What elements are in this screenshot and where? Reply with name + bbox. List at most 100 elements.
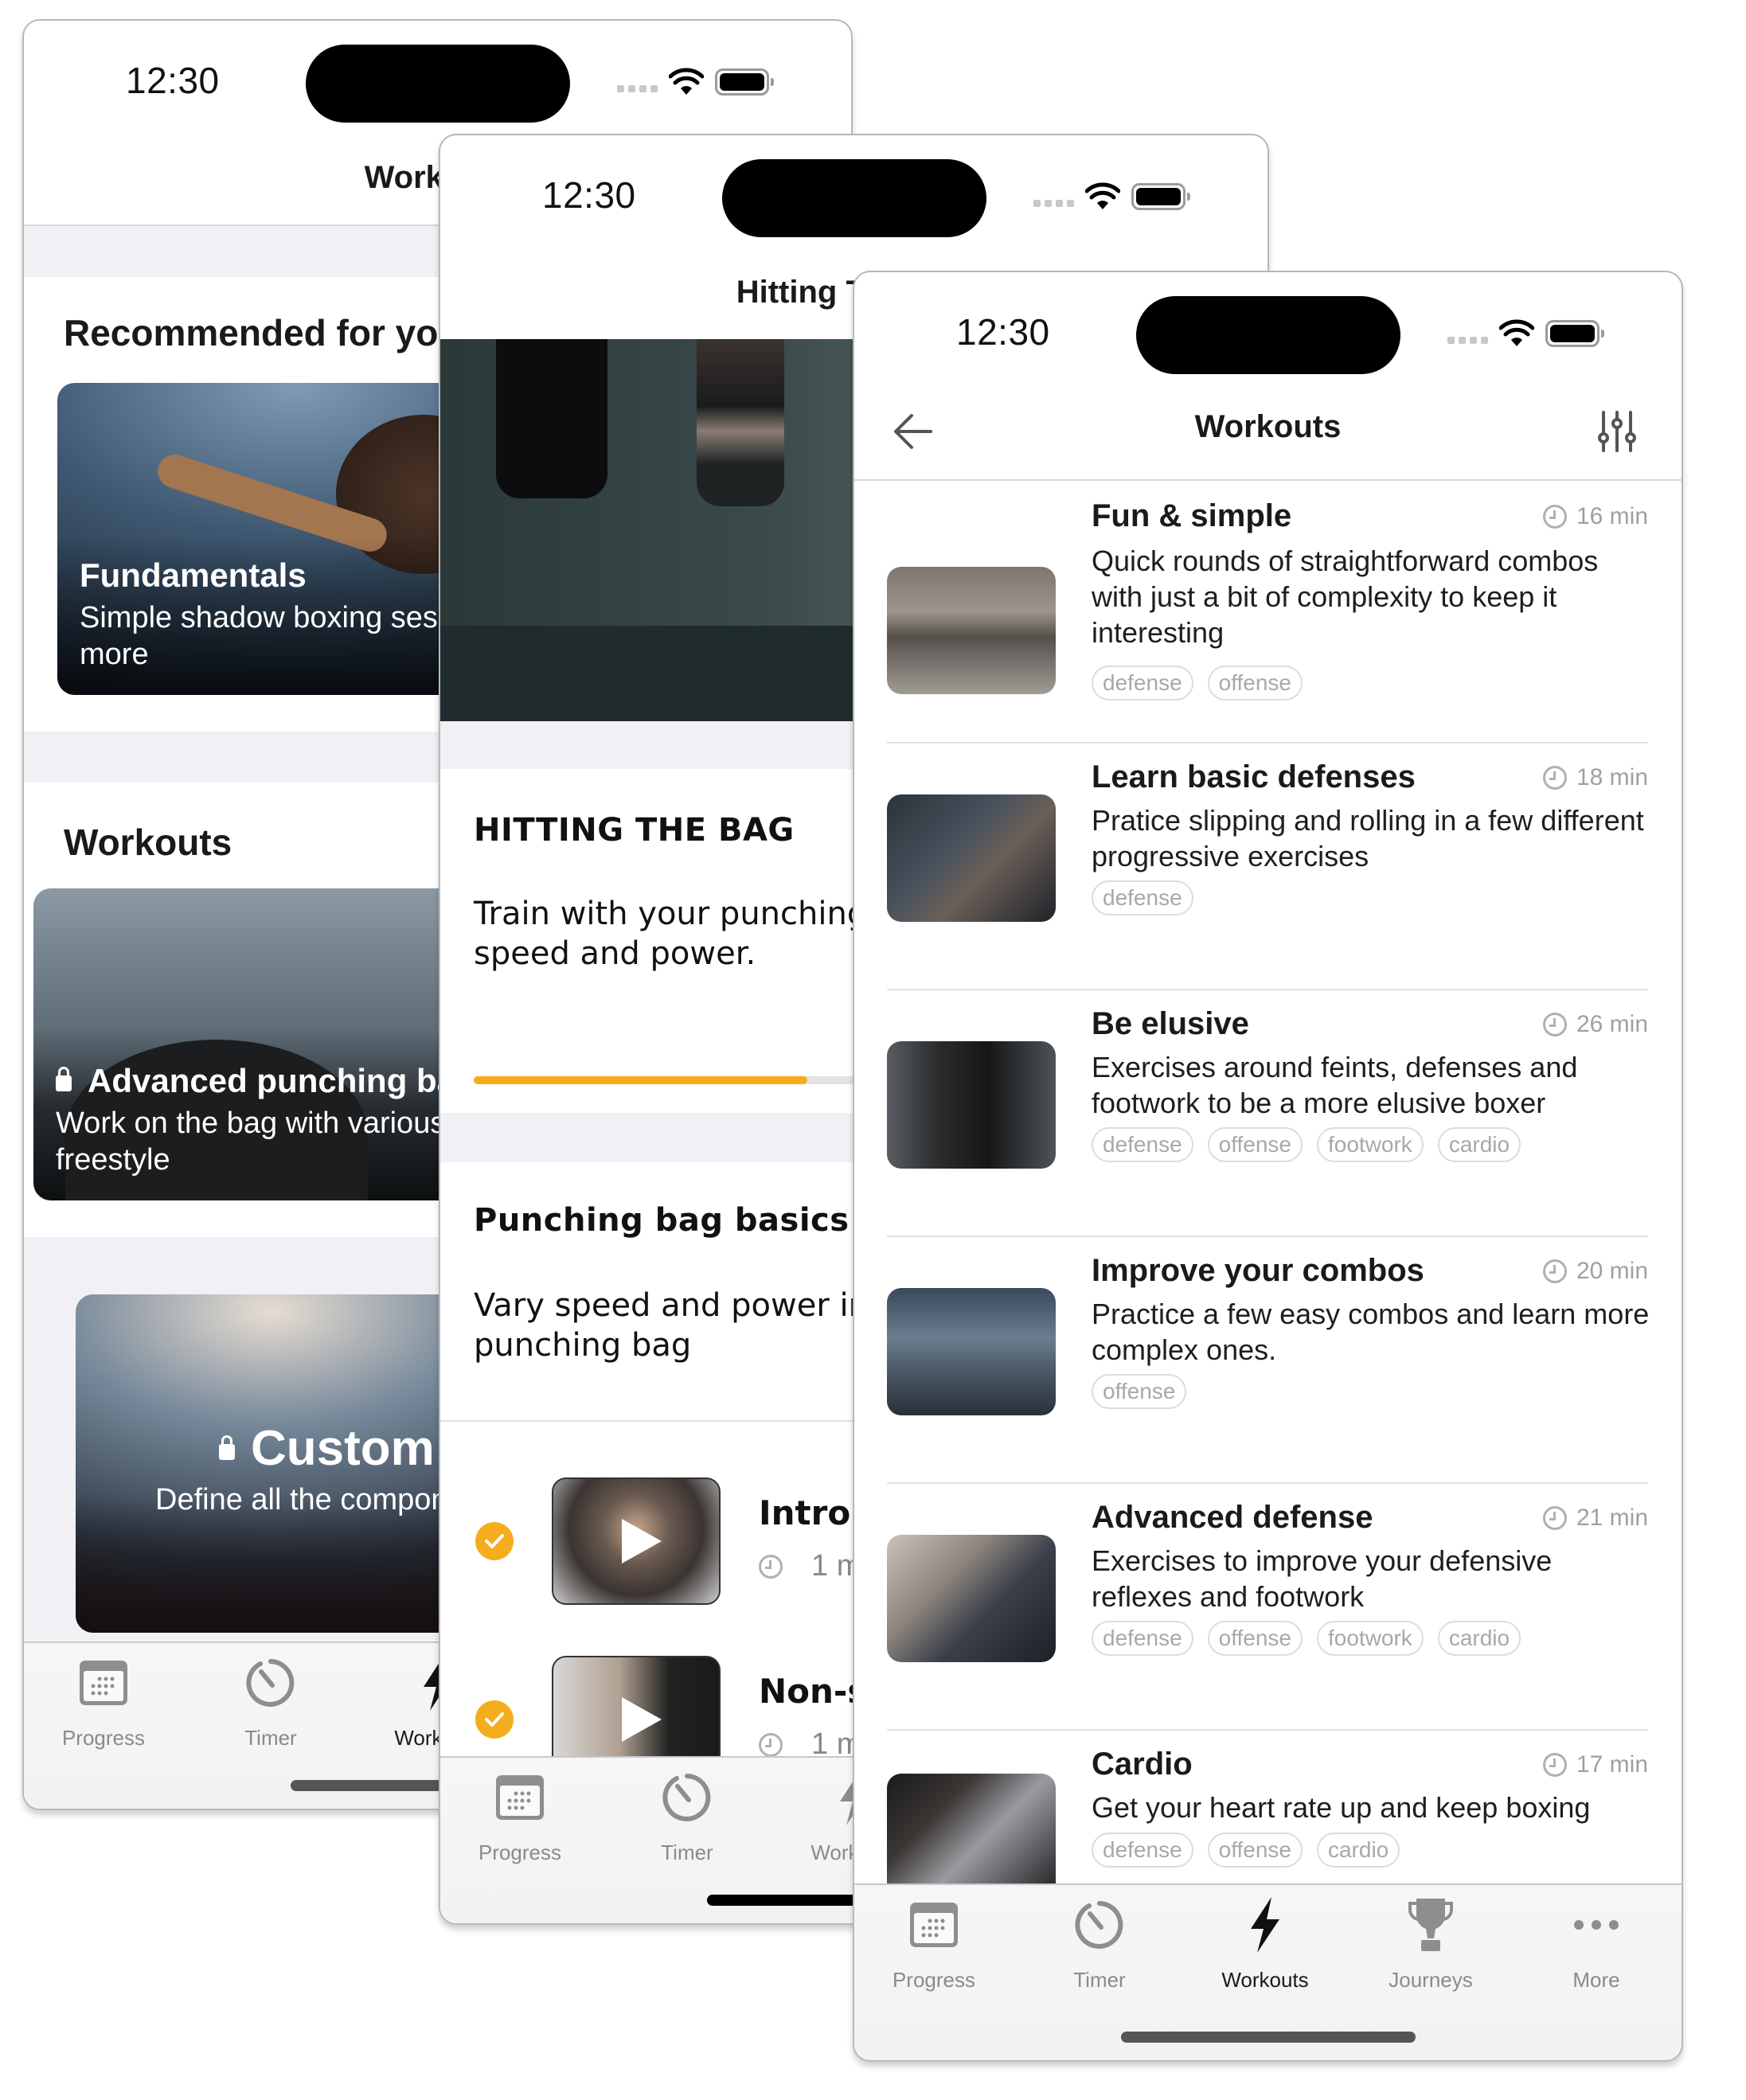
tag-list: defense offense footwork cardio	[1092, 1621, 1521, 1656]
workout-thumbnail	[887, 567, 1056, 694]
tag: offense	[1207, 666, 1303, 701]
calendar-icon	[80, 1661, 127, 1705]
lock-icon	[56, 1066, 72, 1091]
tab-journeys[interactable]: Journeys	[1351, 1893, 1510, 1993]
tab-timer[interactable]: Timer	[607, 1766, 767, 1865]
battery-icon	[1131, 183, 1190, 210]
lock-icon	[219, 1434, 235, 1460]
section-title-workouts: Workouts	[64, 822, 232, 863]
timer-icon	[662, 1774, 711, 1821]
workout-duration: 18 min	[1576, 764, 1648, 790]
exercise-video-thumbnail[interactable]	[552, 1477, 721, 1605]
tag-list: defense offense cardio	[1092, 1833, 1400, 1868]
nav-title: Workouts	[1194, 409, 1342, 444]
tab-timer[interactable]: Timer	[1020, 1893, 1179, 1993]
workout-duration: 20 min	[1576, 1258, 1648, 1284]
tag-list: defense	[1092, 880, 1193, 915]
workout-duration: 16 min	[1576, 503, 1648, 529]
status-time: 12:30	[542, 174, 636, 216]
progress-fill	[474, 1076, 807, 1084]
workout-list-item[interactable]: Cardio 17 min Get your heart rate up and…	[854, 1731, 1682, 1901]
workout-list-item[interactable]: Fun & simple 16 min Quick rounds of stra…	[854, 481, 1682, 728]
status-time: 12:30	[956, 311, 1050, 353]
workout-duration: 26 min	[1576, 1011, 1648, 1037]
clock-icon	[1542, 1506, 1567, 1530]
tab-more[interactable]: More	[1517, 1893, 1676, 1993]
tab-timer[interactable]: Timer	[191, 1651, 350, 1751]
wifi-icon	[1085, 182, 1120, 209]
clock-icon	[1542, 1259, 1567, 1283]
dynamic-island	[306, 45, 570, 123]
wifi-icon	[669, 68, 704, 95]
tag: offense	[1207, 1127, 1303, 1162]
timer-icon	[246, 1659, 295, 1707]
clock-icon	[1542, 1753, 1567, 1777]
workout-description: Exercises to improve your defensive refl…	[1092, 1544, 1553, 1613]
tab-progress[interactable]: Progress	[440, 1766, 600, 1865]
workout-thumbnail	[887, 1288, 1056, 1415]
workout-thumbnail	[887, 794, 1056, 922]
tag: defense	[1092, 666, 1193, 701]
section-title-recommended: Recommended for you	[64, 312, 461, 353]
workout-title: Advanced defense	[1092, 1500, 1373, 1535]
clock-icon	[1542, 766, 1567, 790]
wifi-icon	[1499, 319, 1534, 346]
tag: offense	[1092, 1374, 1187, 1409]
dynamic-island	[1136, 296, 1400, 374]
tag: defense	[1092, 1127, 1193, 1162]
more-icon	[1574, 1920, 1619, 1930]
workout-title: Improve your combos	[1092, 1253, 1424, 1288]
tab-progress[interactable]: Progress	[24, 1651, 183, 1751]
calendar-icon	[910, 1903, 958, 1947]
dynamic-island	[722, 159, 986, 237]
workout-list-item[interactable]: Improve your combos 20 min Practice a fe…	[854, 1237, 1682, 1482]
card-title: Advanced punching bag	[88, 1062, 476, 1099]
workout-duration: 21 min	[1576, 1505, 1648, 1531]
cellular-signal-icon	[1033, 199, 1074, 207]
tag: cardio	[1437, 1621, 1521, 1656]
tag-list: offense	[1092, 1374, 1187, 1409]
workout-description: Get your heart rate up and keep boxing	[1092, 1791, 1591, 1824]
home-indicator	[1120, 2032, 1416, 2043]
play-icon	[622, 1519, 662, 1563]
completed-check-icon	[475, 1522, 514, 1560]
card-title: Custom	[251, 1421, 435, 1476]
workout-list-item[interactable]: Learn basic defenses 18 min Pratice slip…	[854, 744, 1682, 989]
completed-check-icon	[475, 1700, 514, 1739]
workout-thumbnail	[887, 1041, 1056, 1169]
timer-icon	[1075, 1901, 1123, 1949]
workout-thumbnail	[887, 1535, 1056, 1662]
tag: footwork	[1316, 1621, 1424, 1656]
workout-list-item[interactable]: Advanced defense 21 min Exercises to imp…	[854, 1484, 1682, 1729]
tag: defense	[1092, 1833, 1193, 1868]
section-heading: Punching bag basics	[474, 1202, 850, 1239]
tag: defense	[1092, 880, 1193, 915]
workout-description: Practice a few easy combos and learn mor…	[1092, 1298, 1650, 1366]
workout-description: Exercises around feints, defenses and fo…	[1092, 1051, 1578, 1119]
workout-title: Learn basic defenses	[1092, 759, 1416, 794]
workout-list-item[interactable]: Be elusive 26 min Exercises around feint…	[854, 990, 1682, 1235]
tab-workouts[interactable]: Workouts	[1185, 1893, 1345, 1993]
tag-list: defense offense	[1092, 666, 1303, 701]
exercise-title: Intro	[759, 1493, 851, 1532]
clock-icon	[759, 1732, 783, 1757]
tag: offense	[1207, 1621, 1303, 1656]
phone-workouts-list: 12:30 Workouts Fun & simple 16 min Quick…	[853, 271, 1683, 2062]
battery-icon	[715, 68, 774, 96]
cellular-signal-icon	[617, 84, 658, 92]
bolt-icon	[1251, 1897, 1279, 1953]
calendar-icon	[496, 1775, 544, 1820]
workout-description: Pratice slipping and rolling in a few di…	[1092, 804, 1644, 872]
clock-icon	[1542, 1013, 1567, 1036]
tag: defense	[1092, 1621, 1193, 1656]
tag-list: defense offense footwork cardio	[1092, 1127, 1521, 1162]
tab-progress[interactable]: Progress	[854, 1893, 1014, 1993]
workout-title: Be elusive	[1092, 1006, 1249, 1041]
clock-icon	[759, 1554, 783, 1579]
clock-icon	[1542, 505, 1567, 529]
workout-duration: 17 min	[1576, 1751, 1648, 1778]
tag: cardio	[1316, 1833, 1400, 1868]
cellular-signal-icon	[1447, 336, 1488, 344]
filter-sliders-icon[interactable]	[1597, 409, 1637, 454]
trophy-icon	[1408, 1899, 1454, 1951]
